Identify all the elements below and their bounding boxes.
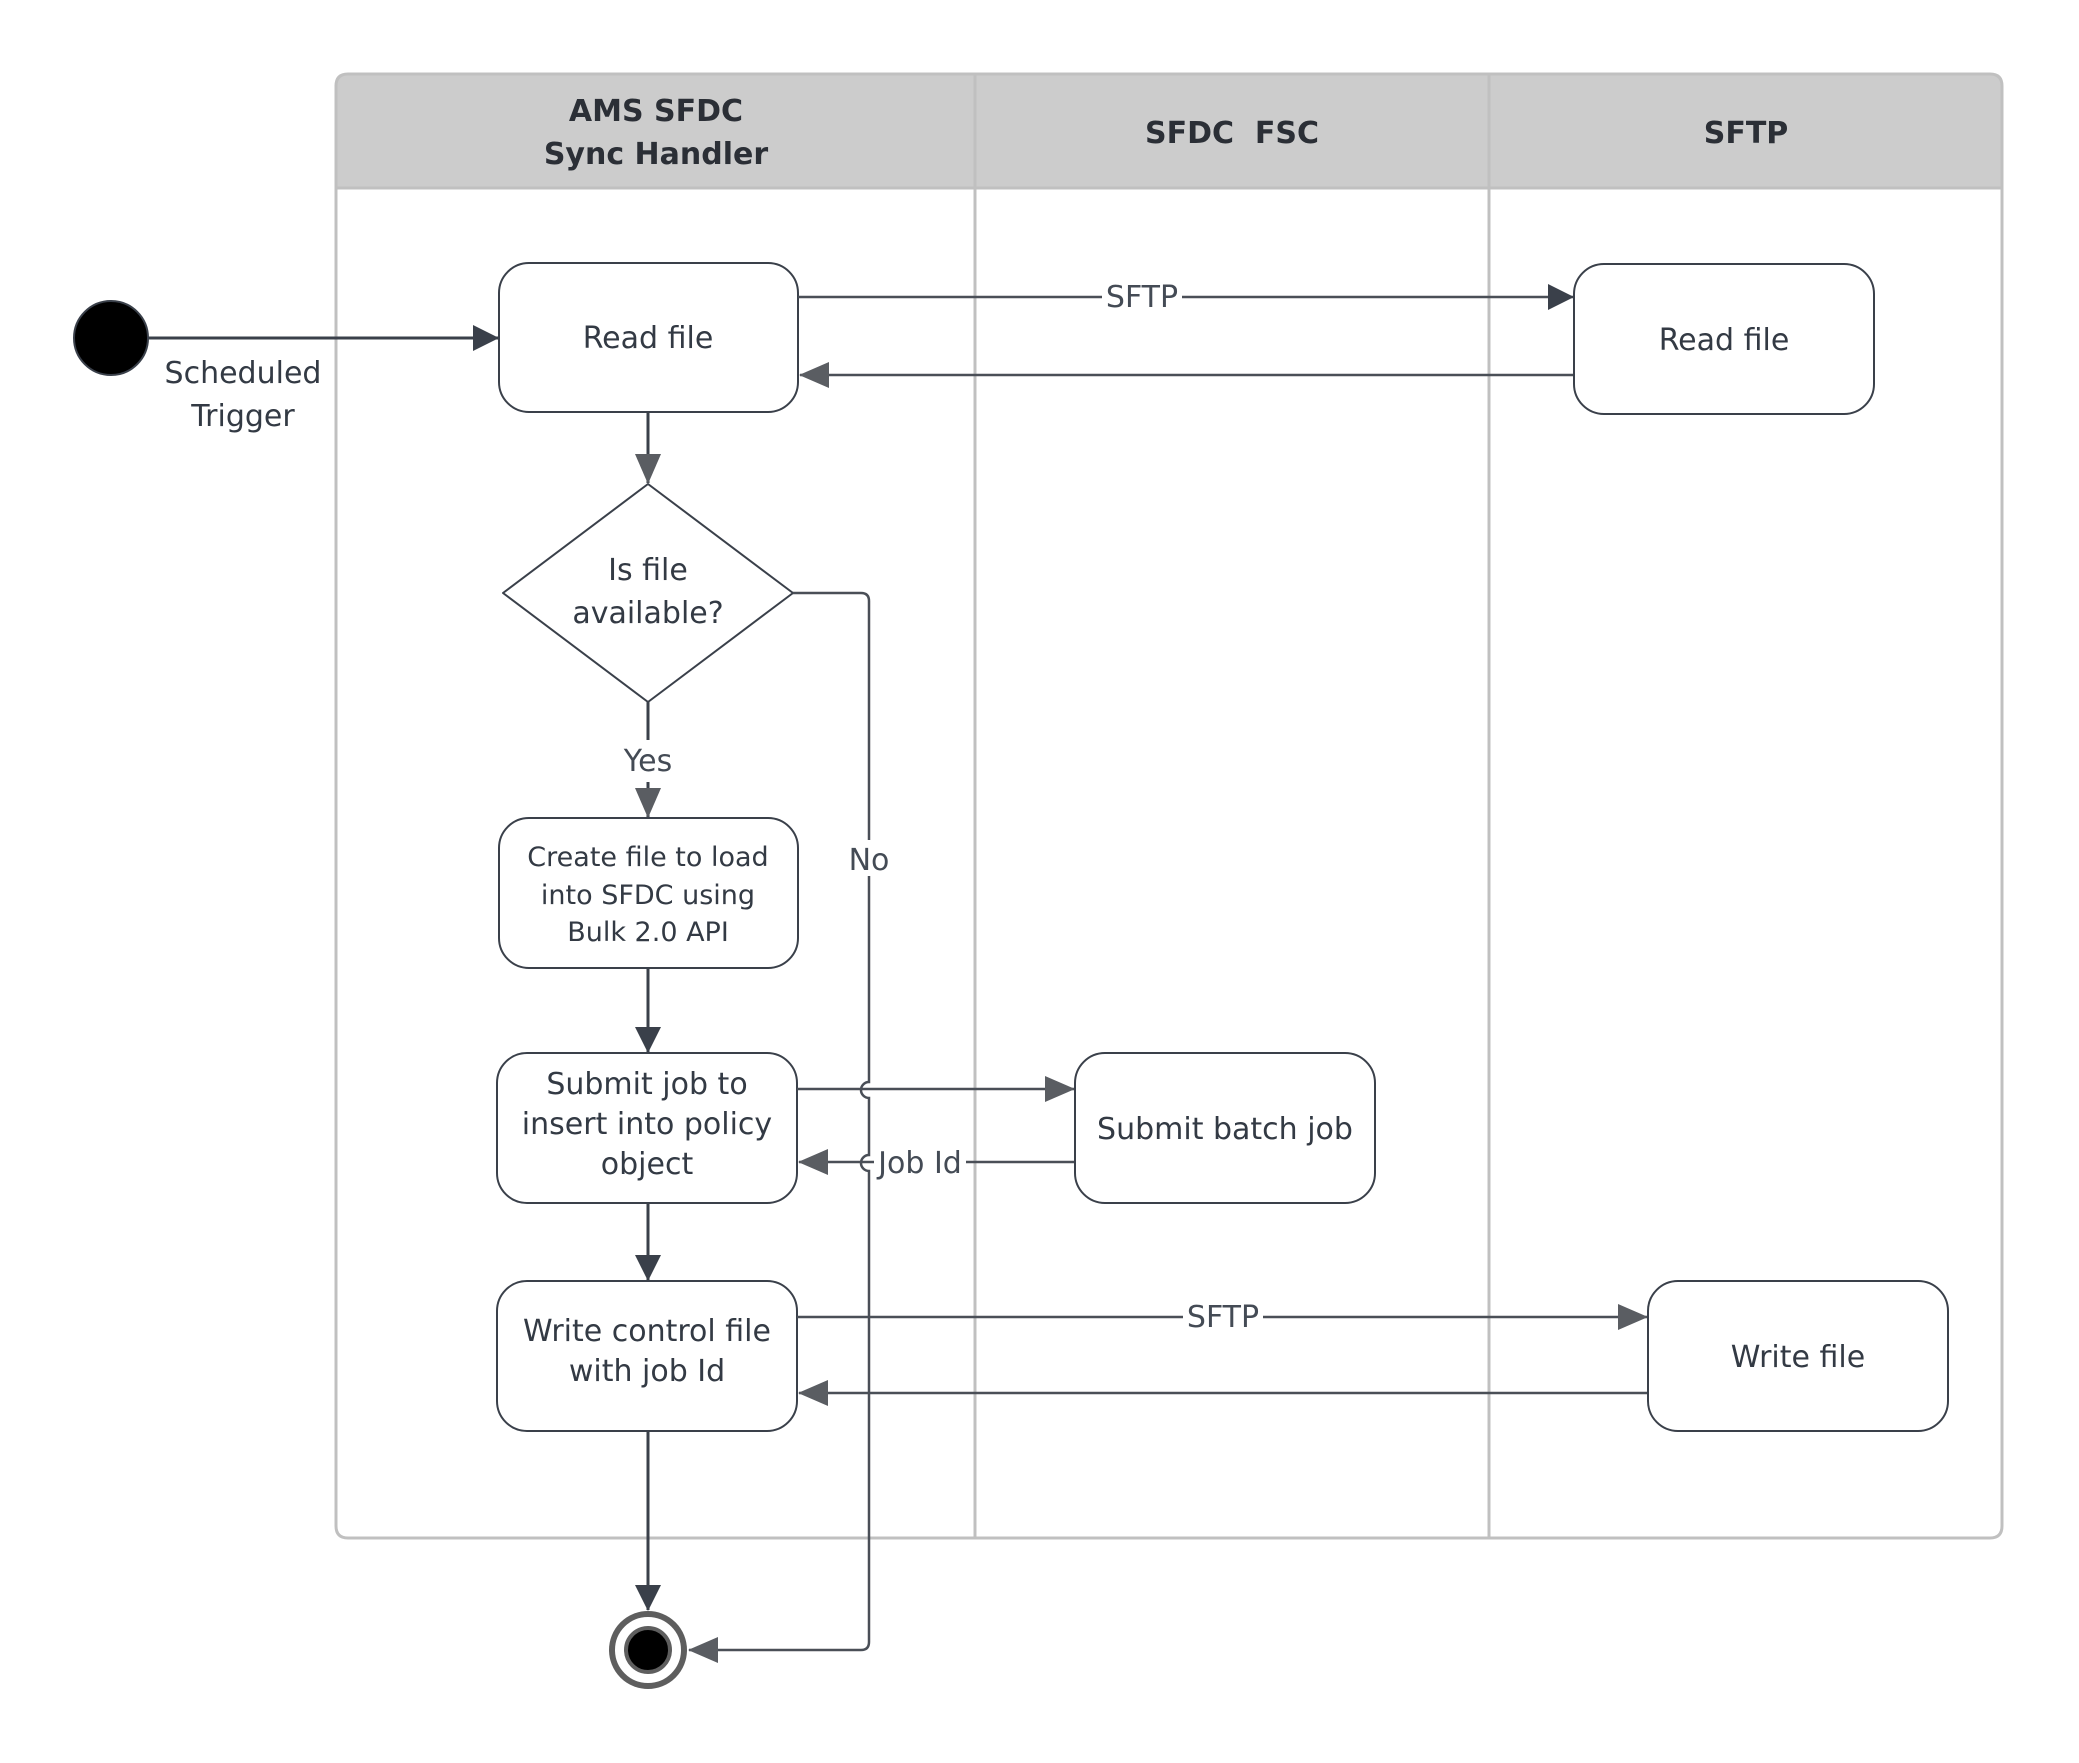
edge-label-write-sftp: SFTP	[1187, 1300, 1259, 1335]
write-file-text: Write file	[1731, 1340, 1865, 1375]
activity-diagram: AMS SFDC Sync Handler SFDC FSC SFTP Sche…	[73, 72, 2004, 1689]
decision-text-line2: available?	[572, 596, 723, 631]
node-sftp-read-file[interactable]: Read file	[1573, 263, 1875, 415]
lane-title-fsc: SFDC FSC	[1145, 116, 1319, 151]
submit-job-text-line2: insert into policy	[522, 1107, 772, 1142]
lane-title-ams-line1: AMS SFDC	[569, 94, 743, 129]
end-node[interactable]	[609, 1611, 687, 1689]
submit-batch-text: Submit batch job	[1097, 1112, 1353, 1147]
lane-title-sftp: SFTP	[1704, 116, 1789, 151]
node-write-file[interactable]: Write file	[1647, 1280, 1949, 1432]
node-sftp-read-file-text: Read file	[1659, 323, 1790, 358]
start-node[interactable]	[73, 300, 149, 376]
node-submit-batch-job[interactable]: Submit batch job	[1074, 1052, 1376, 1204]
create-file-text-line2: into SFDC using	[541, 880, 755, 911]
node-create-file[interactable]: Create file to load into SFDC using Bulk…	[498, 817, 799, 969]
node-submit-job[interactable]: Submit job to insert into policy object	[496, 1052, 798, 1204]
start-label-line1: Scheduled	[165, 356, 322, 391]
decision-text-line1: Is file	[608, 553, 688, 588]
submit-job-text-line3: object	[601, 1147, 694, 1182]
start-label-line2: Trigger	[190, 399, 295, 434]
create-file-text-line3: Bulk 2.0 API	[567, 917, 729, 948]
node-read-file[interactable]: Read file	[498, 262, 799, 413]
edge-label-yes: Yes	[623, 744, 672, 779]
node-decision-file-available[interactable]: Is file available?	[502, 483, 794, 703]
edge-label-no: No	[849, 843, 890, 878]
write-control-text-line2: with job Id	[569, 1354, 725, 1389]
write-control-text-line1: Write control file	[523, 1314, 771, 1349]
submit-job-text-line1: Submit job to	[546, 1067, 747, 1102]
edge-label-read-sftp: SFTP	[1106, 280, 1178, 315]
create-file-text-line1: Create file to load	[527, 842, 768, 873]
node-read-file-text: Read file	[583, 321, 714, 356]
lane-title-ams-line2: Sync Handler	[544, 137, 769, 172]
edge-label-job-id: Job Id	[876, 1146, 962, 1181]
node-write-control-file[interactable]: Write control file with job Id	[496, 1280, 798, 1432]
